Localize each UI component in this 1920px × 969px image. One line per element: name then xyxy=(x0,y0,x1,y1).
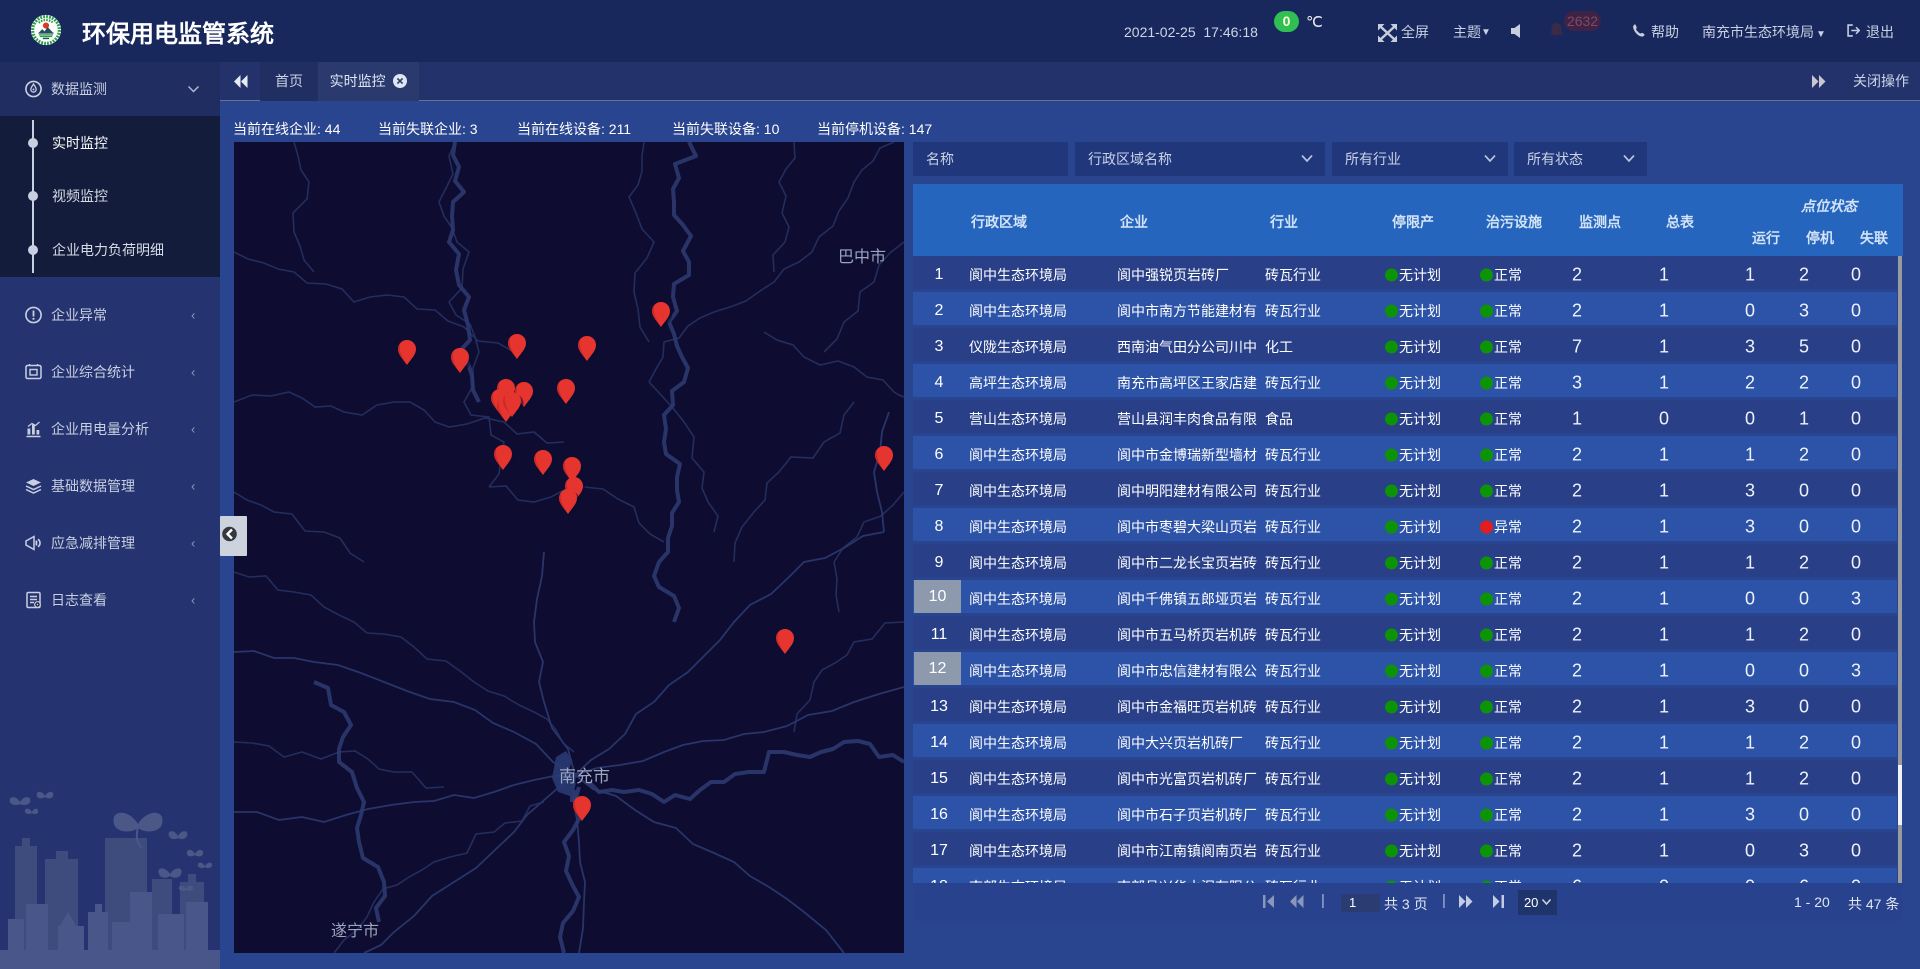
svg-text:巴中市: 巴中市 xyxy=(838,248,886,266)
svg-text:南充市: 南充市 xyxy=(559,767,610,786)
svg-text:遂宁市: 遂宁市 xyxy=(331,922,379,940)
